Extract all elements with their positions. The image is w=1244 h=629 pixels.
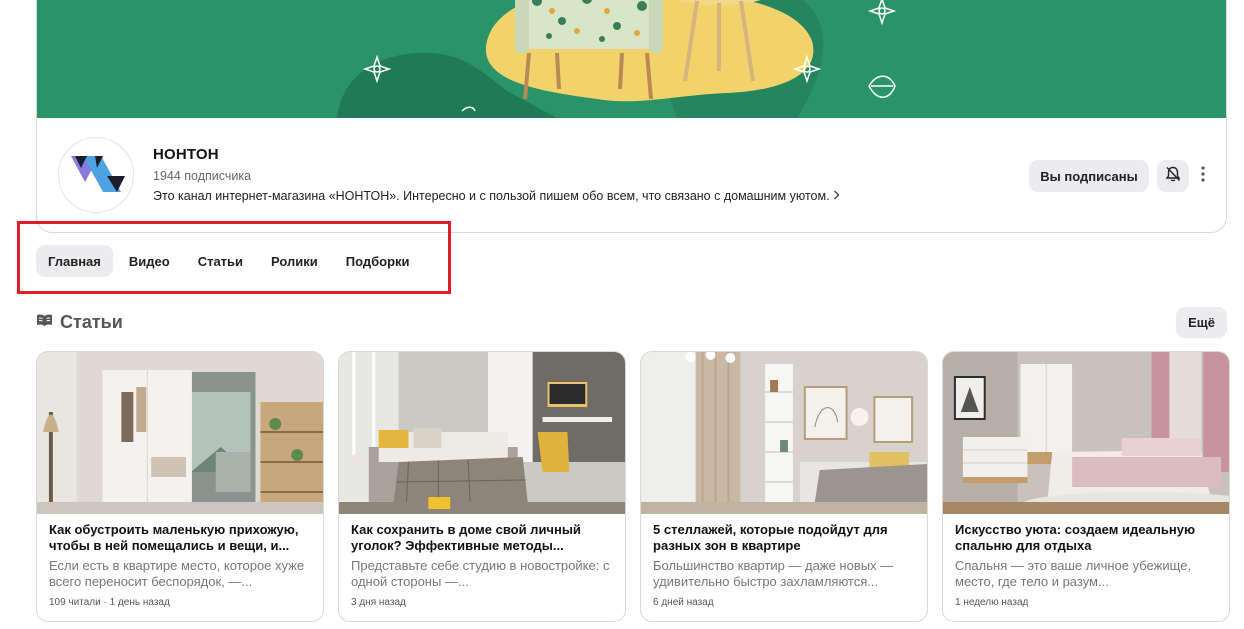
article-title[interactable]: Как обустроить маленькую прихожую, чтобы… xyxy=(49,522,311,554)
article-title[interactable]: 5 стеллажей, которые подойдут для разных… xyxy=(653,522,915,554)
notifications-button[interactable] xyxy=(1157,160,1189,192)
channel-header: НОНТОН 1944 подписчика Это канал интерне… xyxy=(36,0,1227,233)
more-articles-button[interactable]: Ещё xyxy=(1176,307,1227,338)
article-excerpt: Спальня — это ваше личное убежище, место… xyxy=(955,558,1191,589)
article-meta: 6 дней назад xyxy=(653,597,714,608)
channel-info: НОНТОН 1944 подписчика Это канал интерне… xyxy=(37,118,1226,232)
channel-banner xyxy=(37,0,1226,118)
article-card[interactable]: 5 стеллажей, которые подойдут для разных… xyxy=(640,351,928,622)
channel-tabs: Главная Видео Статьи Ролики Подборки xyxy=(36,245,422,277)
article-title[interactable]: Как сохранить в доме свой личный уголок?… xyxy=(351,522,613,554)
channel-avatar[interactable] xyxy=(58,137,134,213)
channel-name[interactable]: НОНТОН xyxy=(153,146,219,163)
article-excerpt: Большинство квартир — даже новых — удиви… xyxy=(653,558,894,589)
article-thumbnail xyxy=(37,352,323,514)
subscribed-button[interactable]: Вы подписаны xyxy=(1029,160,1149,192)
article-card[interactable]: Как обустроить маленькую прихожую, чтобы… xyxy=(36,351,324,622)
article-thumbnail xyxy=(641,352,927,514)
article-excerpt: Представьте себе студию в новостройке: с… xyxy=(351,558,610,589)
tab-collections[interactable]: Подборки xyxy=(334,245,422,277)
channel-description[interactable]: Это канал интернет-магазина «НОНТОН». Ин… xyxy=(153,189,840,203)
article-meta: 3 дня назад xyxy=(351,597,406,608)
section-header: Статьи xyxy=(36,311,123,333)
articles-icon xyxy=(36,313,53,332)
tab-articles[interactable]: Статьи xyxy=(186,245,255,277)
articles-list: Как обустроить маленькую прихожую, чтобы… xyxy=(36,351,1230,622)
article-card[interactable]: Как сохранить в доме свой личный уголок?… xyxy=(338,351,626,622)
more-options-button[interactable] xyxy=(1195,162,1211,190)
article-meta: 1 неделю назад xyxy=(955,597,1029,608)
channel-description-text: Это канал интернет-магазина «НОНТОН». Ин… xyxy=(153,189,830,203)
tab-shorts[interactable]: Ролики xyxy=(259,245,330,277)
subscriber-count: 1944 подписчика xyxy=(153,169,252,183)
chevron-right-icon xyxy=(833,189,840,203)
article-card[interactable]: Искусство уюта: создаем идеальную спальн… xyxy=(942,351,1230,622)
tab-video[interactable]: Видео xyxy=(117,245,182,277)
bell-off-icon xyxy=(1164,165,1182,188)
article-thumbnail xyxy=(943,352,1229,514)
section-title[interactable]: Статьи xyxy=(60,312,123,333)
vertical-dots-icon xyxy=(1201,165,1205,187)
tab-main[interactable]: Главная xyxy=(36,245,113,277)
article-excerpt: Если есть в квартире место, которое хуже… xyxy=(49,558,305,589)
article-meta: 109 читали · 1 день назад xyxy=(49,597,170,608)
article-thumbnail xyxy=(339,352,625,514)
article-title[interactable]: Искусство уюта: создаем идеальную спальн… xyxy=(955,522,1217,554)
